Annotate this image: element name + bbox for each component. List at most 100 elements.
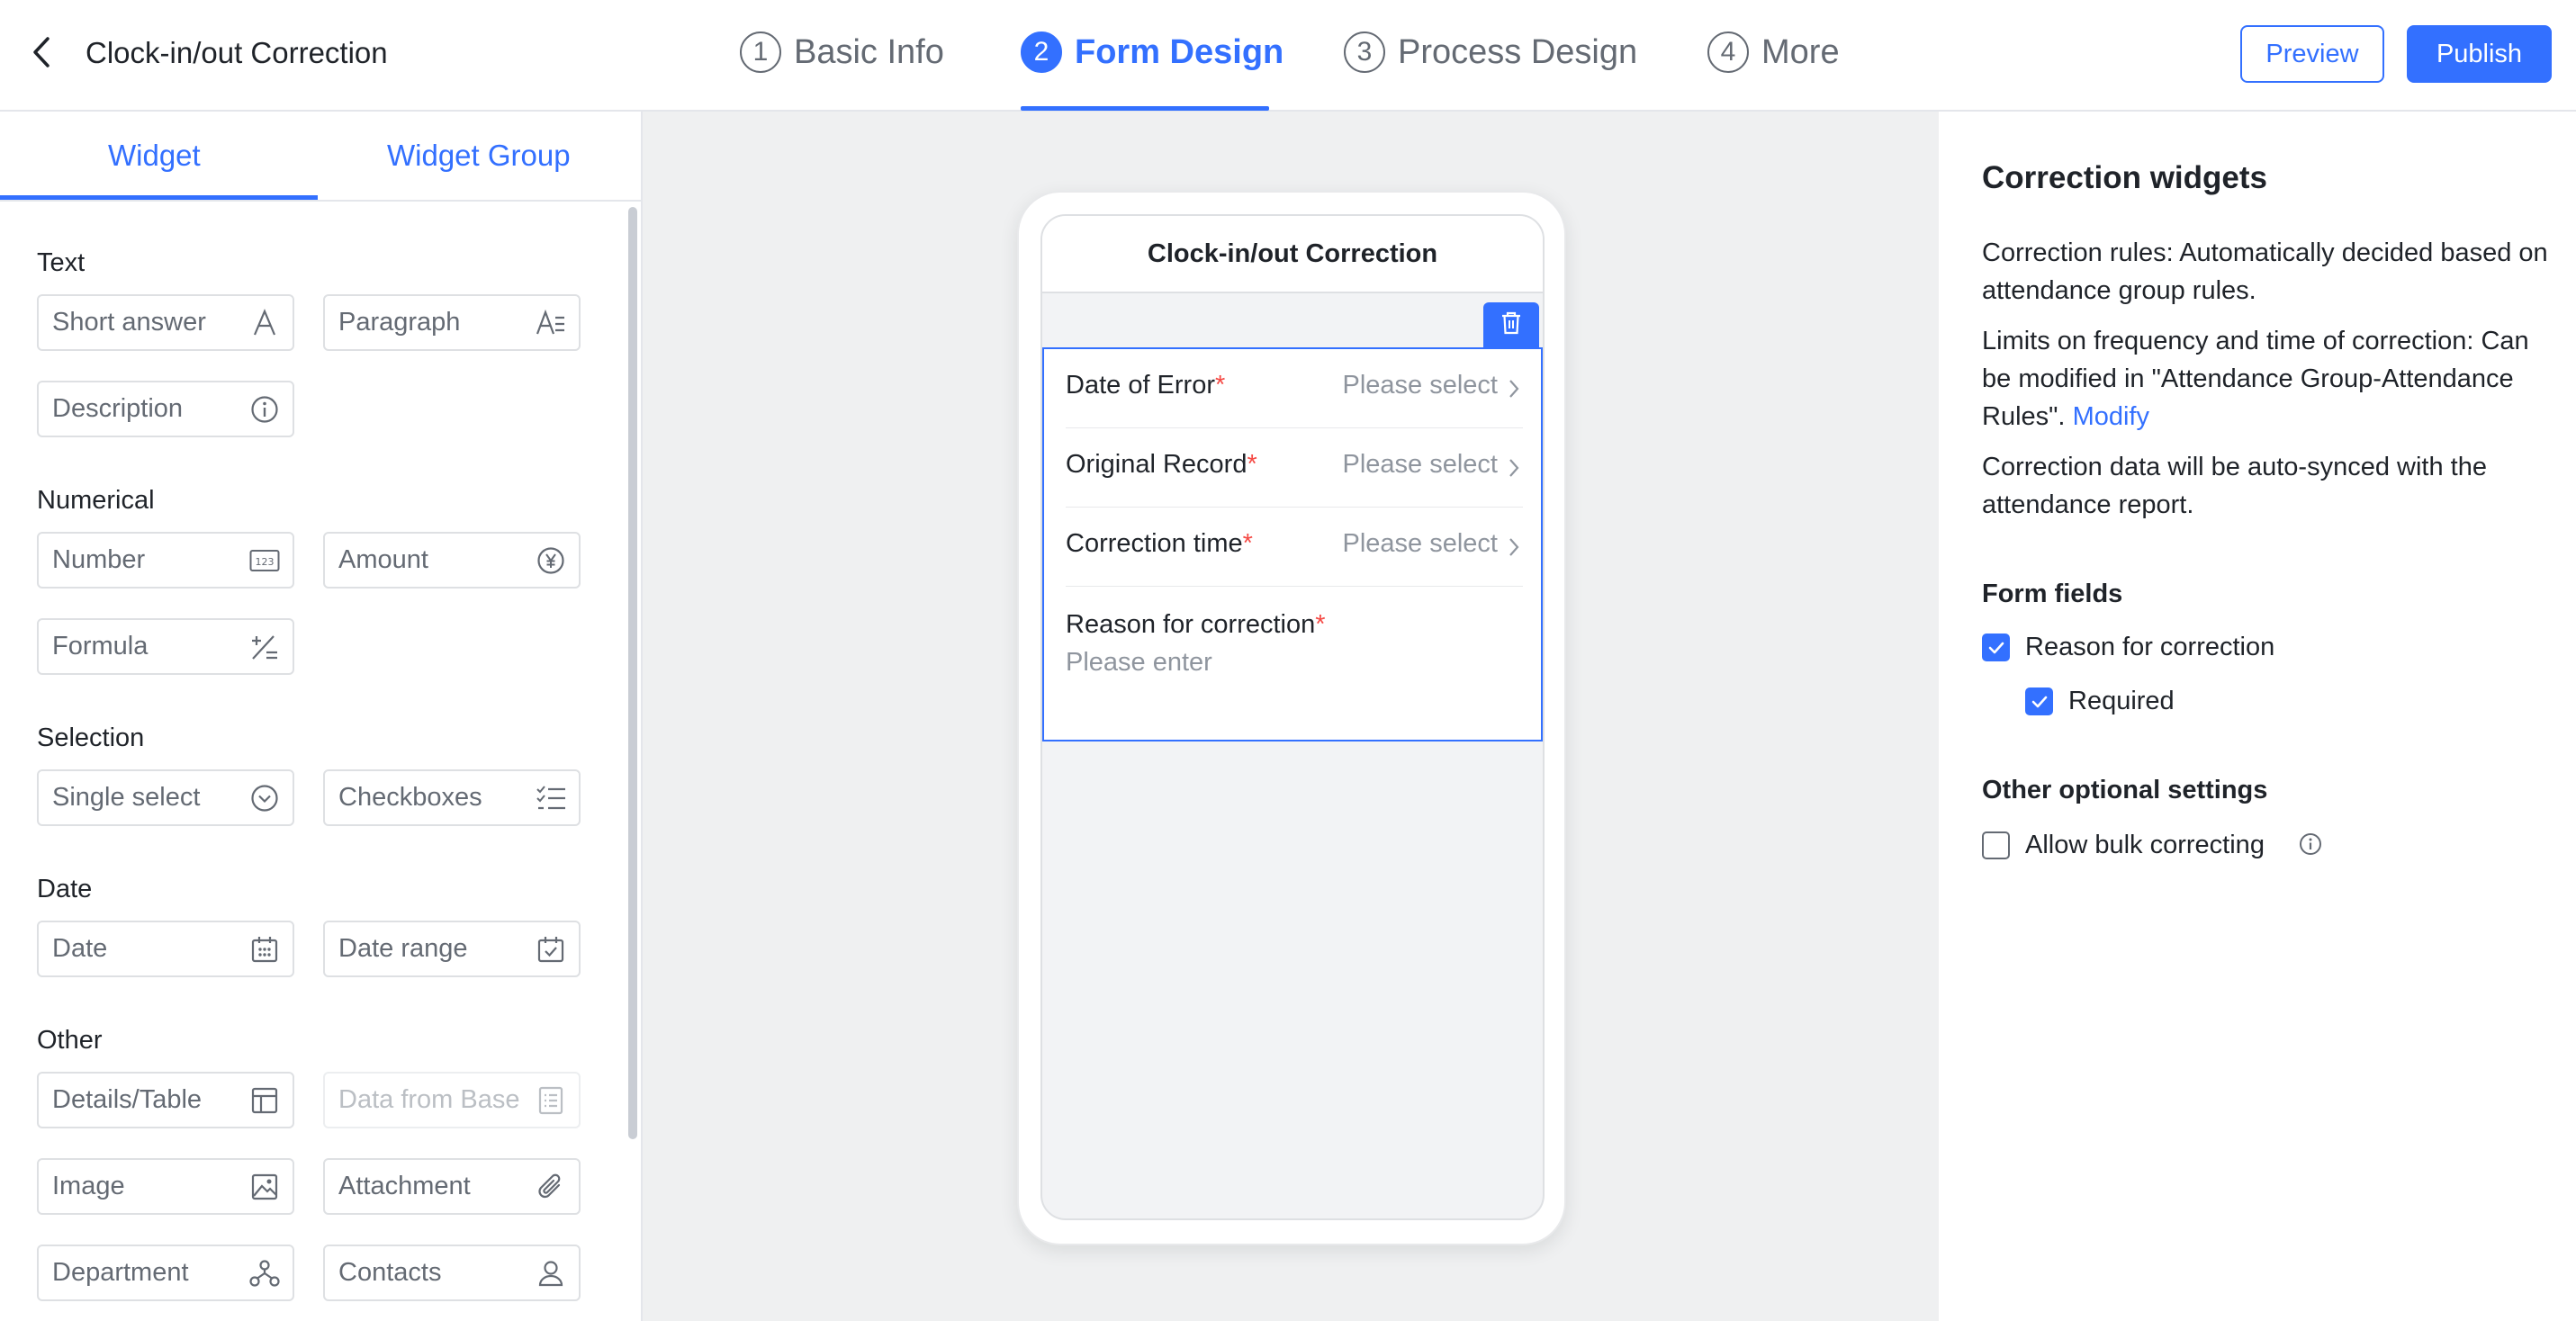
widget-amount[interactable]: Amount	[323, 532, 581, 589]
widget-date-range[interactable]: Date range	[323, 921, 581, 977]
section-title-selection: Selection	[37, 723, 145, 752]
field-date-of-error[interactable]: Date of Error* Please select	[1066, 349, 1523, 428]
widget-label: Date	[52, 934, 108, 963]
widget-label: Number	[52, 545, 146, 574]
bulk-correcting-label[interactable]: Allow bulk correcting	[2025, 831, 2265, 860]
widget-single-select[interactable]: Single select	[37, 769, 294, 826]
top-bar: Clock-in/out Correction 1 Basic Info 2 F…	[0, 0, 2576, 112]
widget-attachment[interactable]: Attachment	[323, 1158, 581, 1215]
step-form-design[interactable]: 2 Form Design	[1021, 27, 1283, 77]
widget-label: Date range	[338, 934, 468, 963]
widget-label: Formula	[52, 632, 149, 660]
publish-button[interactable]: Publish	[2407, 25, 2552, 83]
reason-input[interactable]: Please enter	[1066, 648, 1212, 678]
calendar-icon	[249, 934, 280, 965]
limits-text: Limits on frequency and time of correcti…	[1982, 327, 2529, 431]
section-title-text: Text	[37, 248, 86, 277]
step-more[interactable]: 4 More	[1707, 27, 1840, 77]
scrollbar-thumb[interactable]	[628, 207, 637, 1139]
phone-preview: Clock-in/out Correction Date of Error* P…	[1017, 191, 1566, 1245]
step-basic-info[interactable]: 1 Basic Info	[740, 27, 944, 77]
checklist-icon	[536, 783, 566, 813]
tab-divider	[0, 200, 641, 202]
step-number: 2	[1021, 31, 1062, 73]
widget-label: Checkboxes	[338, 783, 482, 812]
widget-label: Image	[52, 1172, 125, 1200]
widget-formula[interactable]: Formula	[37, 618, 294, 675]
field-placeholder: Please select	[1342, 529, 1499, 558]
reason-label: Reason for correction*	[1066, 610, 1326, 639]
field-correction-time[interactable]: Correction time* Please select	[1066, 508, 1523, 587]
widget-label: Department	[52, 1258, 189, 1287]
step-label: More	[1761, 32, 1840, 71]
delete-button[interactable]	[1483, 302, 1539, 347]
formula-icon	[249, 632, 280, 662]
settings-panel: Correction widgets Correction rules: Aut…	[1939, 112, 2576, 1321]
correction-rules-text: Correction rules: Automatically decided …	[1982, 238, 2548, 305]
widget-panel: Widget Widget Group Text Short answer Pa…	[0, 112, 643, 1321]
reason-checkbox[interactable]	[1982, 634, 2010, 661]
widget-label: Amount	[338, 545, 428, 574]
section-title-numerical: Numerical	[37, 486, 155, 515]
widget-short-answer[interactable]: Short answer	[37, 294, 294, 351]
step-number: 3	[1344, 31, 1385, 73]
other-settings-title: Other optional settings	[1982, 776, 2268, 804]
step-process-design[interactable]: 3 Process Design	[1344, 27, 1637, 77]
step-label: Basic Info	[794, 32, 944, 71]
table-icon	[249, 1085, 280, 1116]
required-marker: *	[1242, 529, 1253, 558]
widget-description[interactable]: Description	[37, 381, 294, 437]
widget-image[interactable]: Image	[37, 1158, 294, 1215]
tab-widget[interactable]: Widget	[108, 139, 201, 173]
settings-title: Correction widgets	[1982, 160, 2267, 195]
trash-icon	[1500, 311, 1522, 339]
form-fields-title: Form fields	[1982, 580, 2123, 608]
back-arrow-icon[interactable]	[23, 34, 59, 70]
currency-icon	[536, 545, 566, 576]
field-original-record[interactable]: Original Record* Please select	[1066, 428, 1523, 508]
page-title: Clock-in/out Correction	[86, 36, 388, 69]
phone-screen: Clock-in/out Correction Date of Error* P…	[1040, 214, 1545, 1220]
person-icon	[536, 1258, 566, 1289]
bulk-correcting-checkbox[interactable]	[1982, 831, 2010, 859]
chevron-right-icon	[1505, 376, 1523, 401]
chevron-right-icon	[1505, 455, 1523, 481]
paperclip-icon	[536, 1172, 566, 1202]
list-doc-icon	[536, 1085, 566, 1116]
widget-contacts[interactable]: Contacts	[323, 1245, 581, 1301]
widget-date[interactable]: Date	[37, 921, 294, 977]
svg-text:123: 123	[256, 556, 275, 568]
org-chart-icon	[249, 1258, 280, 1289]
active-step-indicator	[1021, 106, 1269, 111]
required-checkbox[interactable]	[2025, 687, 2053, 715]
tab-widget-group[interactable]: Widget Group	[387, 139, 571, 173]
widget-checkboxes[interactable]: Checkboxes	[323, 769, 581, 826]
modify-link[interactable]: Modify	[2073, 402, 2149, 431]
scroll-fade	[0, 1308, 626, 1321]
preview-button[interactable]: Preview	[2240, 25, 2384, 83]
required-marker: *	[1215, 371, 1226, 400]
step-number: 1	[740, 31, 781, 73]
section-title-other: Other	[37, 1026, 103, 1055]
required-checkbox-label[interactable]: Required	[2068, 687, 2175, 716]
number-icon: 123	[249, 545, 280, 576]
step-label: Process Design	[1398, 32, 1638, 71]
calendar-check-icon	[536, 934, 566, 965]
info-icon[interactable]	[2299, 832, 2322, 856]
widget-number[interactable]: Number 123	[37, 532, 294, 589]
widget-label: Details/Table	[52, 1085, 203, 1114]
required-marker: *	[1315, 610, 1326, 639]
field-label: Original Record*	[1066, 450, 1257, 479]
field-placeholder: Please select	[1342, 371, 1499, 400]
info-icon	[249, 394, 280, 425]
widget-label: Data from Base	[338, 1085, 520, 1114]
widget-details-table[interactable]: Details/Table	[37, 1072, 294, 1128]
widget-department[interactable]: Department	[37, 1245, 294, 1301]
reason-checkbox-label[interactable]: Reason for correction	[2025, 633, 2274, 662]
widget-paragraph[interactable]: Paragraph	[323, 294, 581, 351]
chevron-circle-icon	[249, 783, 280, 813]
field-label: Correction time*	[1066, 529, 1253, 558]
form-canvas: Clock-in/out Correction Date of Error* P…	[643, 112, 1939, 1321]
selected-widget-group[interactable]: Date of Error* Please select Original Re…	[1042, 347, 1543, 741]
widget-label: Short answer	[52, 308, 206, 337]
